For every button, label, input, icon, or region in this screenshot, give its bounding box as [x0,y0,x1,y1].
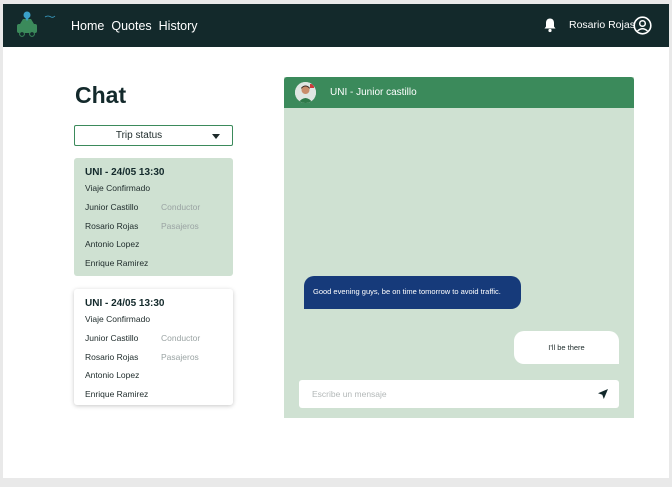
trip-status: Viaje Confirmado [85,183,151,193]
trip-title: UNI - 24/05 13:30 [85,167,165,178]
trip-person-role: Conductor [161,333,201,343]
page-title: Chat [75,82,127,108]
trip-title: UNI - 24/05 13:30 [85,298,165,309]
caret-down-icon [212,134,220,139]
trip-status-selected: Trip status [115,130,163,141]
trip-person-name: Enrique Ramirez [85,258,149,268]
trip-person-name: Junior Castillo [85,333,139,343]
incoming-message: Good evening guys, be on time tomorrow t… [304,276,521,309]
user-circle-icon[interactable] [633,16,652,35]
app-page: Home Quotes History Rosario Rojas Chat T… [3,4,669,478]
trip-person-role: Pasajeros [161,352,199,362]
chat-header: UNI - Junior castillo [284,77,634,108]
user-name[interactable]: Rosario Rojas [569,19,635,31]
message-input[interactable] [299,380,589,408]
trip-status-dropdown[interactable]: Trip status [74,125,233,146]
bell-icon[interactable] [543,17,557,33]
chat-panel: UNI - Junior castillo Good evening guys,… [284,77,634,418]
nav-quotes-link[interactable]: Quotes [111,19,151,33]
trip-person-role: Conductor [161,202,201,212]
trip-person-name: Rosario Rojas [85,352,139,362]
trip-person-name: Rosario Rojas [85,221,139,231]
nav-history-link[interactable]: History [159,19,198,33]
outgoing-message: I'll be there [514,331,619,364]
top-navbar: Home Quotes History Rosario Rojas [3,4,669,47]
trip-status: Viaje Confirmado [85,314,151,324]
car-pin-logo-icon[interactable] [12,10,56,40]
trip-person-role: Pasajeros [161,221,199,231]
trip-person-name: Antonio Lopez [85,370,140,380]
chat-contact-name: UNI - Junior castillo [330,87,417,98]
message-composer [299,380,619,408]
trip-card[interactable]: UNI - 24/05 13:30 Viaje Confirmado Junio… [74,289,233,405]
trip-person-name: Antonio Lopez [85,239,140,249]
main-nav: Home Quotes History [71,4,198,47]
send-icon[interactable] [597,388,609,400]
trip-person-name: Enrique Ramirez [85,389,149,399]
trip-card[interactable]: UNI - 24/05 13:30 Viaje Confirmado Junio… [74,158,233,276]
avatar-image [295,82,316,103]
nav-home-link[interactable]: Home [71,19,104,33]
trip-person-name: Junior Castillo [85,202,139,212]
avatar[interactable] [295,82,316,103]
